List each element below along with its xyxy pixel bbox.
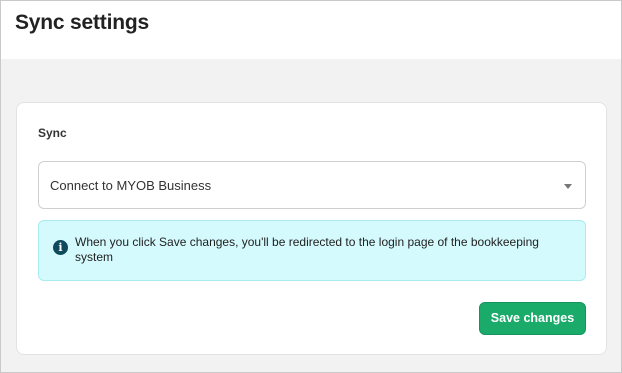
sync-provider-select[interactable]: Connect to MYOB Business bbox=[38, 161, 586, 209]
info-icon: i bbox=[53, 240, 68, 255]
sync-settings-page: Sync settings Sync Connect to MYOB Busin… bbox=[0, 0, 622, 373]
page-title: Sync settings bbox=[15, 11, 149, 34]
sync-card: Sync Connect to MYOB Business i When you… bbox=[16, 102, 607, 355]
save-changes-button[interactable]: Save changes bbox=[479, 302, 586, 335]
sync-provider-selected-value: Connect to MYOB Business bbox=[50, 178, 212, 193]
redirect-info-message: When you click Save changes, you'll be r… bbox=[75, 235, 539, 264]
sync-section-label: Sync bbox=[38, 126, 67, 140]
chevron-down-icon bbox=[564, 184, 572, 189]
redirect-info-alert: i When you click Save changes, you'll be… bbox=[38, 220, 586, 281]
page-header: Sync settings bbox=[1, 1, 621, 59]
